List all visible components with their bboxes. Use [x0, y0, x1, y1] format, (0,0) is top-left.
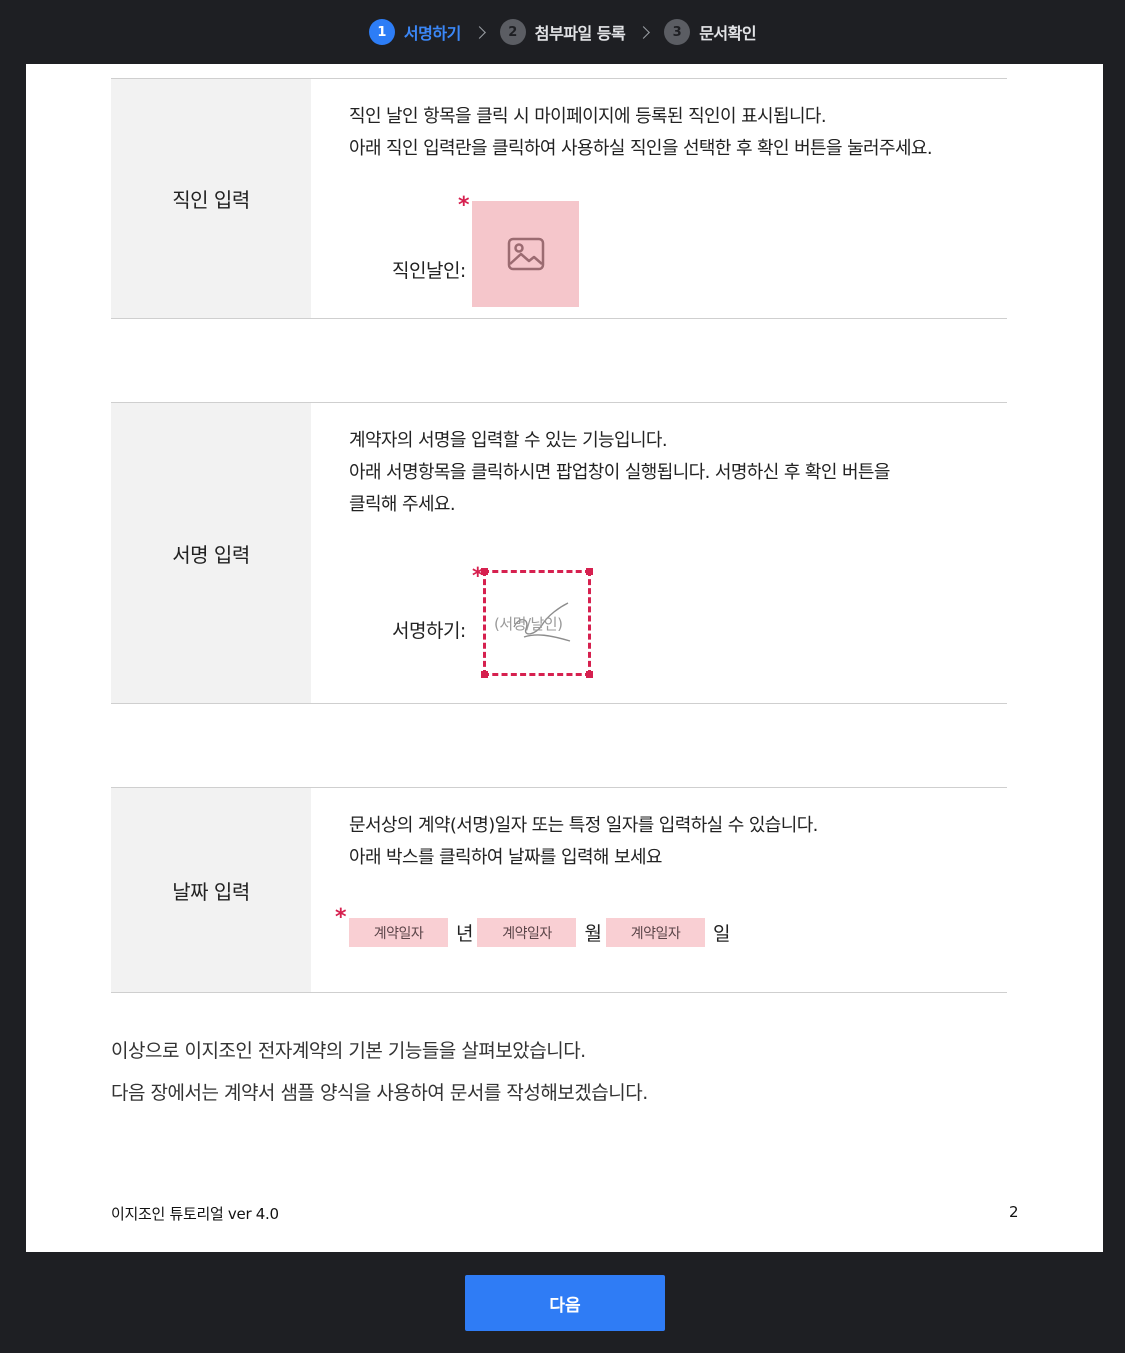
- resize-handle: [481, 671, 488, 678]
- day-unit-label: 일: [712, 923, 731, 945]
- required-marker: *: [335, 905, 347, 930]
- year-unit-label: 년: [456, 923, 474, 945]
- step-number: 1: [368, 19, 395, 45]
- section-description: 아래 박스를 클릭하여 날짜를 입력해 보세요: [349, 847, 662, 868]
- page-number: 2: [1009, 1203, 1019, 1221]
- step-review[interactable]: 3 문서확인: [664, 19, 757, 45]
- month-input[interactable]: 계약일자: [477, 918, 577, 947]
- section-description: 문서상의 계약(서명)일자 또는 특정 일자를 입력하실 수 있습니다.: [349, 815, 818, 836]
- section-description: 계약자의 서명을 입력할 수 있는 기능입니다.: [349, 430, 668, 451]
- section-description: 직인 날인 항목을 클릭 시 마이페이지에 등록된 직인이 표시됩니다.: [349, 106, 827, 127]
- step-number: 3: [664, 19, 691, 45]
- summary-text: 이상으로 이지조인 전자계약의 기본 기능들을 살펴보았습니다. 다음 장에서는…: [111, 1030, 648, 1114]
- section-heading: 직인 입력: [111, 79, 311, 318]
- top-stepper-bar: 1 서명하기 2 첨부파일 등록 3 문서확인: [0, 0, 1125, 64]
- date-section: 날짜 입력 문서상의 계약(서명)일자 또는 특정 일자를 입력하실 수 있습니…: [111, 787, 1007, 993]
- day-input[interactable]: 계약일자: [605, 918, 705, 947]
- chevron-right-icon: [637, 25, 651, 39]
- bottom-action-bar: 다음: [0, 1252, 1125, 1353]
- signature-field-label: 서명하기:: [392, 620, 466, 642]
- resize-handle: [586, 671, 593, 678]
- section-body: 직인 날인 항목을 클릭 시 마이페이지에 등록된 직인이 표시됩니다. 아래 …: [311, 79, 1007, 318]
- section-description: 클릭해 주세요.: [349, 494, 456, 515]
- resize-handle: [586, 568, 593, 575]
- step-attachment[interactable]: 2 첨부파일 등록: [499, 19, 626, 45]
- summary-line: 다음 장에서는 계약서 샘플 양식을 사용하여 문서를 작성해보겠습니다.: [111, 1082, 648, 1104]
- seal-field-label: 직인날인:: [392, 260, 466, 282]
- section-body: 문서상의 계약(서명)일자 또는 특정 일자를 입력하실 수 있습니다. 아래 …: [311, 788, 1007, 992]
- seal-section: 직인 입력 직인 날인 항목을 클릭 시 마이페이지에 등록된 직인이 표시됩니…: [111, 78, 1007, 319]
- signature-input-box[interactable]: (서명/날인): [481, 568, 593, 678]
- footer-title: 이지조인 튜토리얼 ver 4.0: [111, 1205, 279, 1223]
- step-label: 첨부파일 등록: [534, 24, 626, 43]
- next-button[interactable]: 다음: [465, 1275, 665, 1331]
- section-description: 아래 직인 입력란을 클릭하여 사용하실 직인을 선택한 후 확인 버튼을 눌러…: [349, 138, 933, 159]
- step-label: 서명하기: [403, 24, 461, 43]
- image-icon: [507, 237, 544, 271]
- step-indicator: 1 서명하기 2 첨부파일 등록 3 문서확인: [368, 19, 757, 45]
- summary-line: 이상으로 이지조인 전자계약의 기본 기능들을 살펴보았습니다.: [111, 1040, 586, 1062]
- resize-handle: [481, 568, 488, 575]
- section-heading: 서명 입력: [111, 403, 311, 703]
- document-page: 직인 입력 직인 날인 항목을 클릭 시 마이페이지에 등록된 직인이 표시됩니…: [26, 64, 1103, 1252]
- required-marker: *: [458, 193, 470, 218]
- step-number: 2: [499, 19, 526, 45]
- month-unit-label: 월: [584, 923, 602, 945]
- section-description: 아래 서명항목을 클릭하시면 팝업창이 실행됩니다. 서명하신 후 확인 버튼을: [349, 462, 890, 483]
- signature-placeholder: (서명/날인): [494, 615, 563, 633]
- year-input[interactable]: 계약일자: [349, 918, 448, 947]
- chevron-right-icon: [472, 25, 486, 39]
- section-body: 계약자의 서명을 입력할 수 있는 기능입니다. 아래 서명항목을 클릭하시면 …: [311, 403, 1007, 703]
- section-heading: 날짜 입력: [111, 788, 311, 992]
- step-label: 문서확인: [699, 24, 757, 43]
- signature-section: 서명 입력 계약자의 서명을 입력할 수 있는 기능입니다. 아래 서명항목을 …: [111, 402, 1007, 704]
- date-input-row: 계약일자 년 계약일자 월 계약일자 일: [349, 918, 734, 947]
- seal-input-box[interactable]: [472, 201, 579, 307]
- step-sign[interactable]: 1 서명하기: [368, 19, 461, 45]
